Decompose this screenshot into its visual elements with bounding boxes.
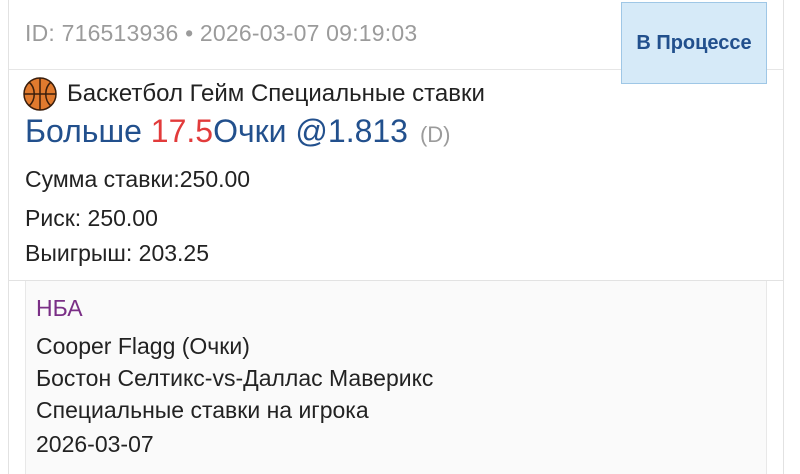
league-name: НБА <box>36 295 83 321</box>
selection-market-odds: Очки @1.813 <box>213 113 408 149</box>
event-date: 2026-03-07 <box>36 431 154 457</box>
odds-type: (D) <box>419 122 451 147</box>
selection-line: 17.5 <box>150 113 214 149</box>
bet-details: НБА Cooper Flagg (Очки) Бостон Селтикс-v… <box>25 281 767 474</box>
sport-category: Баскетбол Гейм Специальные ставки <box>67 80 485 107</box>
player-market: Cooper Flagg (Очки) <box>36 333 250 359</box>
bet-id-timestamp: ID: 716513936 • 2026-03-07 09:19:03 <box>25 20 418 46</box>
stake-amount: Сумма ставки:250.00 <box>25 166 251 192</box>
win-amount: Выигрыш: 203.25 <box>25 240 210 266</box>
selection: Больше 17.5Очки @1.813 (D) <box>25 113 451 150</box>
selection-side: Больше <box>25 113 142 149</box>
bet-card: ID: 716513936 • 2026-03-07 09:19:03 В Пр… <box>8 0 784 474</box>
risk-amount: Риск: 250.00 <box>25 205 158 231</box>
basketball-icon <box>23 77 57 111</box>
status-badge: В Процессе <box>621 2 767 84</box>
match-name: Бостон Селтикс-vs-Даллас Маверикс <box>36 365 434 391</box>
sport-row: Баскетбол Гейм Специальные ставки <box>23 76 485 112</box>
market-type: Специальные ставки на игрока <box>36 397 369 423</box>
